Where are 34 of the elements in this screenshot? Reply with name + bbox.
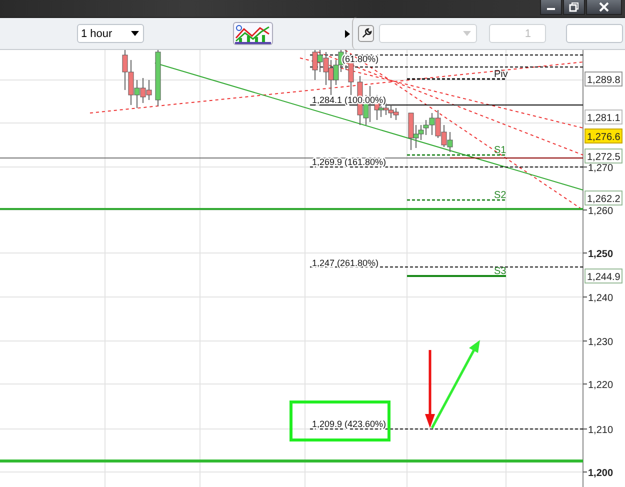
axis-label: 1,200 (588, 468, 614, 479)
price-tag: 1,289.8 (584, 72, 622, 86)
input-field[interactable] (566, 24, 623, 43)
axis-label: 1,260 (588, 206, 614, 217)
restore-button[interactable] (563, 0, 585, 15)
price-tag: 1,244.9 (584, 268, 622, 284)
pivot-label: Piv (494, 69, 508, 80)
pivot-label: S2 (494, 190, 506, 201)
axis-label: 1,270 (588, 163, 614, 174)
close-button[interactable] (586, 0, 622, 15)
price-tag: 1,281.1 (584, 110, 622, 124)
candlestick (155, 50, 161, 106)
close-icon (599, 2, 609, 12)
axis-label: 1,230 (588, 337, 614, 348)
caret-icon (463, 31, 471, 36)
price-tag: 1,262.2 (584, 190, 622, 206)
axis-label: 1,210 (588, 425, 614, 436)
caret-icon (131, 31, 139, 36)
pivot-label: S1 (494, 145, 506, 156)
axis-label: 1,220 (588, 380, 614, 391)
pivot-label: S3 (494, 266, 506, 277)
price-tag: 1,276.6 (584, 128, 622, 144)
minimize-button[interactable] (540, 0, 562, 15)
fibonacci-label: 1,247 (261.80%) (312, 258, 379, 268)
restore-icon (569, 2, 579, 12)
fibonacci-label: 1,269.9 (161.80%) (312, 157, 386, 167)
settings-button[interactable] (358, 25, 374, 42)
fibonacci-label: 1,209.9 (423.60%) (312, 419, 386, 429)
chart-indicators-button[interactable] (233, 22, 273, 45)
expand-arrow-icon[interactable] (345, 30, 350, 38)
axis-label: 1,240 (588, 293, 614, 304)
price-tag: 1,272.5 (584, 148, 622, 164)
axis-label: 1,250 (588, 249, 614, 260)
timeframe-dropdown[interactable]: 1 hour (77, 24, 144, 43)
